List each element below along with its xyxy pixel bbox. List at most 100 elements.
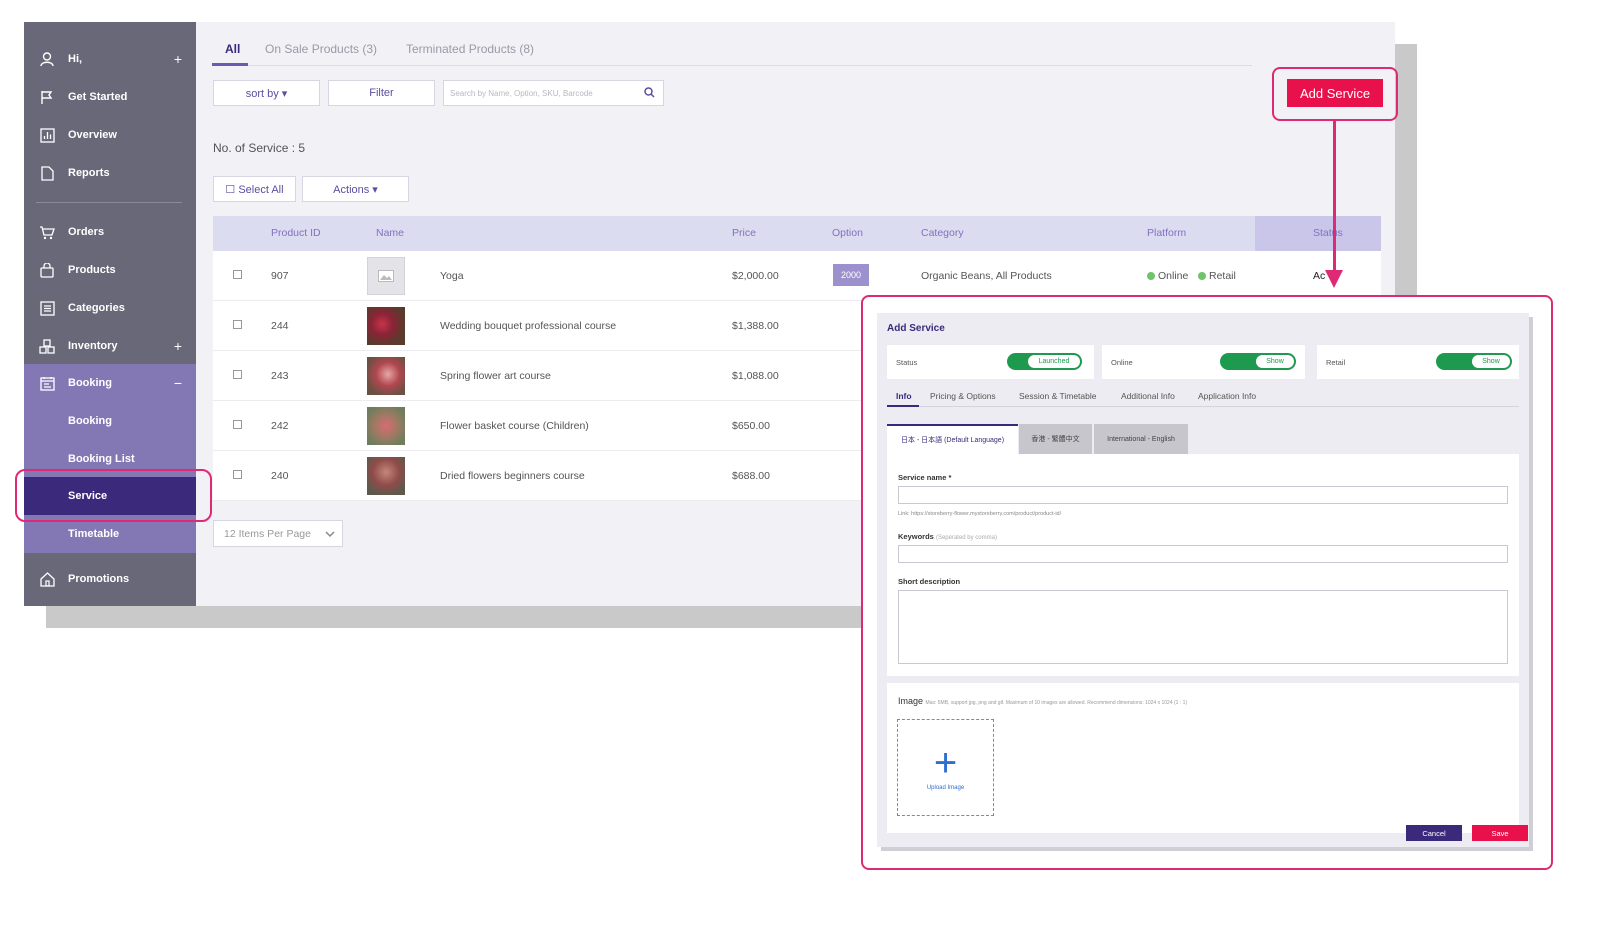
service-count: No. of Service : 5 [213, 141, 306, 155]
lang-tab-english[interactable]: International - English [1094, 424, 1188, 454]
image-placeholder-icon [367, 257, 405, 295]
select-all-button[interactable]: ☐ Select All [213, 176, 296, 202]
table-header: Product ID Name Price Option Category Pl… [213, 216, 1381, 251]
tab-terminated[interactable]: Terminated Products (8) [406, 42, 534, 56]
sidebar-item-get-started[interactable]: Get Started [24, 78, 196, 116]
search-input[interactable]: Search by Name, Option, SKU, Barcode [443, 80, 664, 106]
plus-icon: + [933, 740, 958, 785]
tab-on-sale[interactable]: On Sale Products (3) [265, 42, 377, 56]
sidebar-item-label: Timetable [68, 528, 120, 540]
add-service-modal: Add Service Status Launched Online Show … [877, 313, 1529, 847]
modal-title: Add Service [887, 323, 945, 334]
search-icon[interactable] [644, 87, 655, 100]
product-name[interactable]: Flower basket course (Children) [440, 420, 589, 432]
image-label: Image Max: 5MB, support jpg, png and gif… [898, 696, 1188, 706]
arrow-down-icon [1325, 270, 1343, 288]
online-toggle[interactable]: Show [1220, 353, 1296, 370]
modal-tab-application[interactable]: Application Info [1198, 391, 1256, 401]
list-icon [36, 299, 58, 317]
short-description-textarea[interactable] [898, 590, 1508, 664]
retail-dot [1198, 272, 1206, 280]
product-name[interactable]: Yoga [440, 270, 464, 282]
retail-label: Retail [1326, 358, 1346, 367]
platform-online: Online [1147, 270, 1188, 282]
product-price: $1,088.00 [732, 370, 779, 382]
product-price: $650.00 [732, 420, 770, 432]
tab-all[interactable]: All [225, 42, 240, 56]
sidebar-item-label: Inventory [68, 340, 118, 352]
user-icon [36, 50, 58, 68]
modal-tab-session[interactable]: Session & Timetable [1019, 391, 1096, 401]
plus-icon[interactable]: + [174, 51, 182, 67]
online-toggle-value: Show [1256, 355, 1294, 368]
online-toggle-box: Online Show [1102, 345, 1305, 379]
product-id: 243 [271, 370, 289, 382]
sidebar-item-label: Booking [68, 377, 112, 389]
service-name-input[interactable] [898, 486, 1508, 504]
modal-tab-additional[interactable]: Additional Info [1121, 391, 1175, 401]
sidebar-item-reports[interactable]: Reports [24, 154, 196, 192]
row-checkbox[interactable] [233, 470, 242, 479]
sidebar-item-orders[interactable]: Orders [24, 213, 196, 251]
keywords-input[interactable] [898, 545, 1508, 563]
modal-tab-pricing[interactable]: Pricing & Options [930, 391, 996, 401]
table-row[interactable]: 907 Yoga $2,000.00 2000 Organic Beans, A… [213, 251, 1381, 301]
col-category[interactable]: Category [921, 227, 964, 239]
actions-dropdown[interactable]: Actions ▾ [302, 176, 409, 202]
sidebar-item-products[interactable]: Products [24, 251, 196, 289]
status-toggle[interactable]: Launched [1007, 353, 1082, 370]
service-highlight-box [15, 469, 212, 522]
plus-icon[interactable]: + [174, 338, 182, 354]
col-price[interactable]: Price [732, 227, 756, 239]
calendar-icon [36, 374, 58, 392]
info-form: Service name * Link: https://storeberry-… [887, 454, 1519, 676]
sidebar-item-booking[interactable]: Booking − [24, 364, 196, 402]
col-name[interactable]: Name [376, 227, 404, 239]
sidebar-item-label: Booking [68, 415, 112, 427]
lang-tab-japanese[interactable]: 日本 - 日本語 (Default Language) [887, 424, 1018, 454]
sidebar-item-inventory[interactable]: Inventory + [24, 327, 196, 365]
bag-icon [36, 261, 58, 279]
sort-by-dropdown[interactable]: sort by ▾ [213, 80, 320, 106]
sidebar-subitem-booking[interactable]: Booking [24, 402, 196, 440]
sidebar-item-label: Products [68, 264, 116, 276]
product-price: $2,000.00 [732, 270, 779, 282]
row-checkbox[interactable] [233, 370, 242, 379]
cancel-button[interactable]: Cancel [1406, 825, 1462, 841]
keywords-label: Keywords (Seperated by comma) [898, 532, 997, 541]
active-tab-indicator [212, 63, 248, 66]
minus-icon[interactable]: − [174, 375, 182, 391]
save-button[interactable]: Save [1472, 825, 1528, 841]
sidebar-item-label: Hi, [68, 53, 83, 65]
product-link-text: Link: https://storeberry-flower.mystoreb… [898, 511, 1062, 517]
product-price: $1,388.00 [732, 320, 779, 332]
col-status[interactable]: Status [1313, 227, 1343, 239]
col-platform[interactable]: Platform [1147, 227, 1186, 239]
product-thumbnail [367, 357, 405, 395]
filter-button[interactable]: Filter [328, 80, 435, 106]
upload-image-button[interactable]: + Upload Image [897, 719, 994, 816]
modal-tab-info[interactable]: Info [896, 391, 912, 401]
product-name[interactable]: Wedding bouquet professional course [440, 320, 616, 332]
lang-tab-hk[interactable]: 香港 - 繁體中文 [1019, 424, 1092, 454]
modal-active-tab-indicator [887, 405, 919, 407]
product-status: Ac [1313, 270, 1326, 282]
tab-divider [212, 65, 1252, 66]
product-thumbnail [367, 307, 405, 345]
col-product-id[interactable]: Product ID [271, 227, 321, 239]
per-page-value: 12 Items Per Page [224, 527, 311, 540]
row-checkbox[interactable] [233, 270, 242, 279]
product-name[interactable]: Dried flowers beginners course [440, 470, 585, 482]
sidebar-item-categories[interactable]: Categories [24, 289, 196, 327]
sidebar-item-user[interactable]: Hi, + [24, 40, 196, 78]
items-per-page-select[interactable]: 12 Items Per Page [213, 520, 343, 547]
row-checkbox[interactable] [233, 320, 242, 329]
sidebar-item-overview[interactable]: Overview [24, 116, 196, 154]
sidebar-item-promotions[interactable]: Promotions [24, 560, 196, 598]
row-checkbox[interactable] [233, 420, 242, 429]
status-toggle-value: Launched [1028, 355, 1080, 368]
product-name[interactable]: Spring flower art course [440, 370, 551, 382]
retail-toggle[interactable]: Show [1436, 353, 1512, 370]
sidebar-item-label: Get Started [68, 91, 128, 103]
col-option[interactable]: Option [832, 227, 863, 239]
